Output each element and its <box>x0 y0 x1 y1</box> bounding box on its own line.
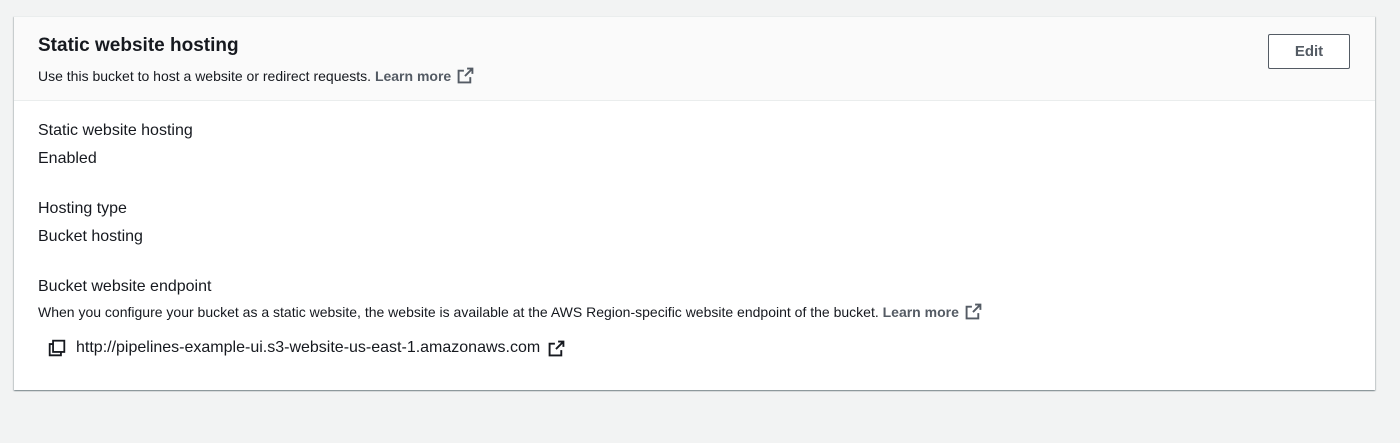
panel-header: Static website hosting Use this bucket t… <box>14 17 1375 101</box>
endpoint-url-text: http://pipelines-example-ui.s3-website-u… <box>76 339 541 356</box>
endpoint-description: When you configure your bucket as a stat… <box>38 303 982 320</box>
static-hosting-label: Static website hosting <box>38 122 193 139</box>
endpoint-learn-more-label: Learn more <box>882 304 959 320</box>
endpoint-label: Bucket website endpoint <box>38 278 212 295</box>
external-link-icon[interactable] <box>548 340 565 357</box>
endpoint-description-text: When you configure your bucket as a stat… <box>38 304 879 320</box>
panel-description-text: Use this bucket to host a website or red… <box>38 68 372 84</box>
static-hosting-field: Static website hosting Enabled <box>38 122 193 168</box>
endpoint-url-link[interactable]: http://pipelines-example-ui.s3-website-u… <box>76 339 540 357</box>
panel-description: Use this bucket to host a website or red… <box>38 67 474 84</box>
learn-more-link[interactable]: Learn more <box>374 67 474 84</box>
learn-more-label: Learn more <box>374 68 452 84</box>
external-link-icon <box>457 67 474 84</box>
static-hosting-value: Enabled <box>38 150 97 167</box>
static-website-hosting-panel: Static website hosting Use this bucket t… <box>14 16 1375 390</box>
panel-title: Static website hosting <box>38 35 239 56</box>
copy-icon[interactable] <box>48 339 66 357</box>
hosting-type-field: Hosting type Bucket hosting <box>38 200 143 246</box>
endpoint-learn-more-link[interactable]: Learn more <box>882 303 982 320</box>
external-link-icon <box>965 303 982 320</box>
hosting-type-value: Bucket hosting <box>38 228 143 245</box>
endpoint-field: Bucket website endpoint When you configu… <box>38 278 982 320</box>
edit-button[interactable]: Edit <box>1268 34 1350 69</box>
endpoint-url-row: http://pipelines-example-ui.s3-website-u… <box>48 339 565 357</box>
hosting-type-label: Hosting type <box>38 200 127 217</box>
